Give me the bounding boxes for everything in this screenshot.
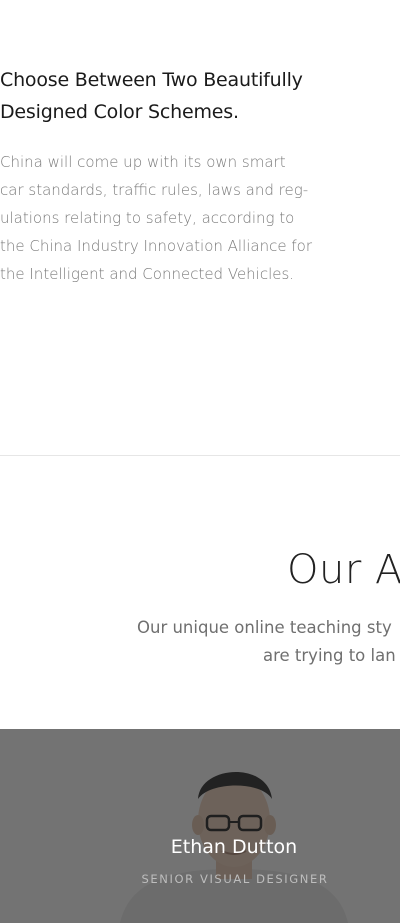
subtitle-line: Our unique online teaching sty [137,618,392,637]
section-divider [0,455,400,456]
subtitle-line: are trying to lan [263,646,396,665]
team-member-card[interactable]: Ethan Dutton Senior Visual Designer [0,729,400,923]
feature-description: China will come up with its own smart ca… [0,153,312,283]
member-role: Senior Visual Designer [141,872,329,886]
member-name: Ethan Dutton [170,836,298,858]
page: Choose Between Two Beautifully Designed … [0,0,400,923]
card-overlay [0,729,400,923]
team-section-heading: Our A [287,547,400,593]
team-section-subtitle: Our unique online teaching sty are tryin… [0,614,400,674]
feature-title: Choose Between Two Beautifully Designed … [0,69,303,123]
